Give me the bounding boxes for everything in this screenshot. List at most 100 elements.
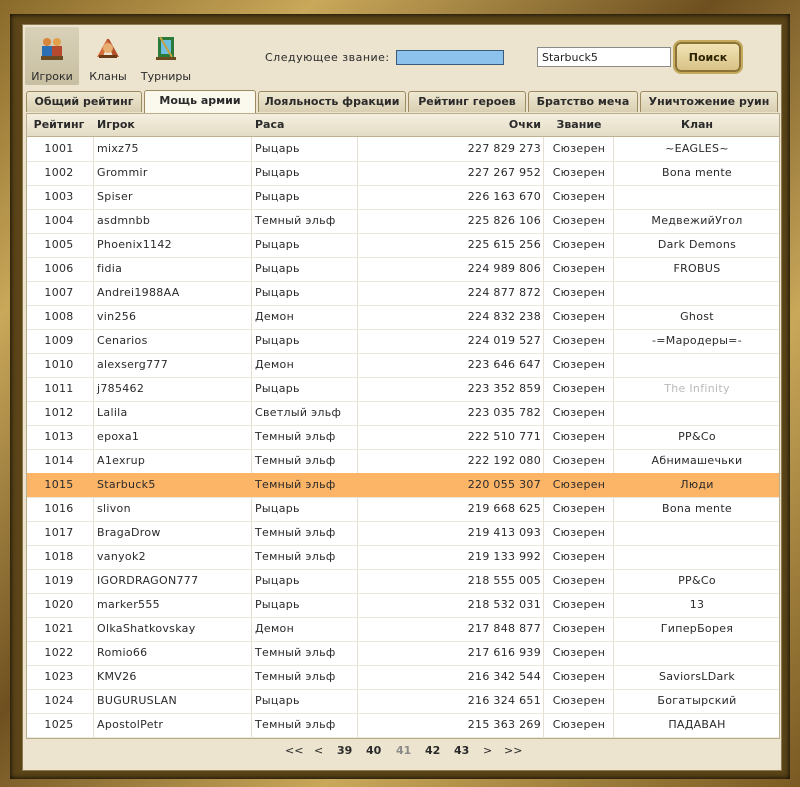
cell-clan[interactable]: Bona mente — [615, 161, 779, 185]
cell-clan[interactable] — [615, 185, 779, 209]
cell-clan[interactable]: 13 — [615, 593, 779, 617]
cell-clan[interactable]: Абнимашечьки — [615, 449, 779, 473]
search-button[interactable]: Поиск — [675, 42, 741, 72]
cell-player[interactable]: Starbuck5 — [97, 473, 247, 497]
cell-clan[interactable]: ПАДАВАН — [615, 713, 779, 737]
cell-clan[interactable]: Ghost — [615, 305, 779, 329]
header-points[interactable]: Очки — [357, 114, 541, 136]
cell-clan[interactable] — [615, 521, 779, 545]
cell-player[interactable]: Romio66 — [97, 641, 247, 665]
cell-player[interactable]: vin256 — [97, 305, 247, 329]
nav-players-button[interactable]: Игроки — [25, 27, 79, 85]
page-link[interactable]: 42 — [425, 744, 440, 757]
cell-player[interactable]: j785462 — [97, 377, 247, 401]
cell-clan[interactable]: PP&Co — [615, 425, 779, 449]
cell-player[interactable]: OlkaShatkovskay — [97, 617, 247, 641]
header-player[interactable]: Игрок — [97, 114, 247, 136]
search-input[interactable] — [537, 47, 671, 67]
table-row[interactable]: 1019 IGORDRAGON777 Рыцарь 218 555 005 Сюзере… — [27, 569, 779, 594]
tab-hero-rating[interactable]: Рейтинг героев — [408, 91, 526, 112]
page-next-link[interactable]: > — [483, 744, 492, 757]
cell-player[interactable]: BragaDrow — [97, 521, 247, 545]
page-link[interactable]: 43 — [454, 744, 469, 757]
table-row[interactable]: 1011 j785462 Рыцарь 223 352 859 Сюзерен The I… — [27, 377, 779, 402]
table-row[interactable]: 1016 slivon Рыцарь 219 668 625 Сюзерен Bona m… — [27, 497, 779, 522]
cell-clan[interactable]: The Infinity — [615, 377, 779, 401]
page-first-link[interactable]: << — [285, 744, 303, 757]
cell-clan[interactable] — [615, 545, 779, 569]
tab-sword-brotherhood[interactable]: Братство меча — [528, 91, 638, 112]
table-row[interactable]: 1023 KMV26 Темный эльф 216 342 544 Сюзерен Sa… — [27, 665, 779, 690]
table-row[interactable]: 1009 Cenarios Рыцарь 224 019 527 Сюзерен -=Ма… — [27, 329, 779, 354]
cell-player[interactable]: epoxa1 — [97, 425, 247, 449]
tab-ruin-destruction[interactable]: Уничтожение руин — [640, 91, 778, 112]
cell-player[interactable]: Cenarios — [97, 329, 247, 353]
cell-clan[interactable]: Богатырский — [615, 689, 779, 713]
table-row[interactable]: 1024 BUGURUSLAN Рыцарь 216 324 651 Сюзерен Бо… — [27, 689, 779, 714]
cell-player[interactable]: fidia — [97, 257, 247, 281]
table-row[interactable]: 1003 Spiser Рыцарь 226 163 670 Сюзерен — [27, 185, 779, 210]
cell-clan[interactable]: Люди — [615, 473, 779, 497]
cell-clan[interactable]: Dark Demons — [615, 233, 779, 257]
table-row[interactable]: 1017 BragaDrow Темный эльф 219 413 093 Сюзер… — [27, 521, 779, 546]
nav-clans-button[interactable]: Кланы — [81, 27, 135, 85]
header-clan[interactable]: Клан — [615, 114, 779, 136]
page-prev-link[interactable]: < — [314, 744, 323, 757]
cell-player[interactable]: KMV26 — [97, 665, 247, 689]
cell-player[interactable]: Andrei1988AA — [97, 281, 247, 305]
page-link[interactable]: 39 — [337, 744, 352, 757]
header-title[interactable]: Звание — [545, 114, 613, 136]
cell-clan[interactable]: PP&Co — [615, 569, 779, 593]
cell-clan[interactable]: SaviorsLDark — [615, 665, 779, 689]
tab-overall-rating[interactable]: Общий рейтинг — [26, 91, 142, 112]
tab-army-power[interactable]: Мощь армии — [144, 90, 256, 113]
cell-player[interactable]: alexserg777 — [97, 353, 247, 377]
cell-clan[interactable]: -=Мародеры=- — [615, 329, 779, 353]
table-row[interactable]: 1018 vanyok2 Темный эльф 219 133 992 Сюзерен — [27, 545, 779, 570]
cell-clan[interactable]: FROBUS — [615, 257, 779, 281]
table-row[interactable]: 1007 Andrei1988AA Рыцарь 224 877 872 Сюзерен — [27, 281, 779, 306]
table-row[interactable]: 1014 A1exrup Темный эльф 222 192 080 Сюзерен… — [27, 449, 779, 474]
cell-clan[interactable]: ГиперБорея — [615, 617, 779, 641]
cell-clan[interactable]: Bona mente — [615, 497, 779, 521]
tab-faction-loyalty[interactable]: Лояльность фракции — [258, 91, 406, 112]
table-row[interactable]: 1005 Phoenix1142 Рыцарь 225 615 256 Сюзерен D… — [27, 233, 779, 258]
cell-clan[interactable] — [615, 641, 779, 665]
cell-clan[interactable] — [615, 281, 779, 305]
header-rank[interactable]: Рейтинг — [27, 114, 91, 136]
table-row[interactable]: 1001 mixz75 Рыцарь 227 829 273 Сюзерен ~EAGLE… — [27, 137, 779, 162]
cell-clan[interactable]: МедвежийУгол — [615, 209, 779, 233]
table-row[interactable]: 1004 asdmnbb Темный эльф 225 826 106 Сюзерен… — [27, 209, 779, 234]
table-row[interactable]: 1013 epoxa1 Темный эльф 222 510 771 Сюзерен P… — [27, 425, 779, 450]
cell-player[interactable]: mixz75 — [97, 137, 247, 161]
table-row[interactable]: 1012 Lalila Светлый эльф 223 035 782 Сюзерен — [27, 401, 779, 426]
cell-player[interactable]: Phoenix1142 — [97, 233, 247, 257]
table-row[interactable]: 1010 alexserg777 Демон 223 646 647 Сюзерен — [27, 353, 779, 378]
table-row[interactable]: 1020 marker555 Рыцарь 218 532 031 Сюзерен 13 — [27, 593, 779, 618]
cell-player[interactable]: BUGURUSLAN — [97, 689, 247, 713]
cell-player[interactable]: A1exrup — [97, 449, 247, 473]
table-row[interactable]: 1006 fidia Рыцарь 224 989 806 Сюзерен FROBUS — [27, 257, 779, 282]
page-last-link[interactable]: >> — [504, 744, 522, 757]
cell-clan[interactable] — [615, 353, 779, 377]
header-race[interactable]: Раса — [255, 114, 355, 136]
cell-clan[interactable]: ~EAGLES~ — [615, 137, 779, 161]
cell-player[interactable]: asdmnbb — [97, 209, 247, 233]
table-row[interactable]: 1022 Romio66 Темный эльф 217 616 939 Сюзерен — [27, 641, 779, 666]
cell-player[interactable]: Lalila — [97, 401, 247, 425]
page-link[interactable]: 40 — [366, 744, 381, 757]
table-row-current-player[interactable]: 1015 Starbuck5 Темный эльф 220 055 307 Сюзер… — [27, 473, 779, 498]
table-row[interactable]: 1025 ApostolPetr Темный эльф 215 363 269 Сюз… — [27, 713, 779, 738]
cell-player[interactable]: Grommir — [97, 161, 247, 185]
cell-player[interactable]: marker555 — [97, 593, 247, 617]
nav-tournaments-button[interactable]: Турниры — [139, 27, 193, 85]
table-row[interactable]: 1008 vin256 Демон 224 832 238 Сюзерен Ghost — [27, 305, 779, 330]
cell-player[interactable]: slivon — [97, 497, 247, 521]
cell-player[interactable]: vanyok2 — [97, 545, 247, 569]
cell-player[interactable]: ApostolPetr — [97, 713, 247, 737]
cell-player[interactable]: IGORDRAGON777 — [97, 569, 247, 593]
table-row[interactable]: 1002 Grommir Рыцарь 227 267 952 Сюзерен Bona … — [27, 161, 779, 186]
cell-player[interactable]: Spiser — [97, 185, 247, 209]
cell-clan[interactable] — [615, 401, 779, 425]
table-row[interactable]: 1021 OlkaShatkovskay Демон 217 848 877 Сюзер… — [27, 617, 779, 642]
